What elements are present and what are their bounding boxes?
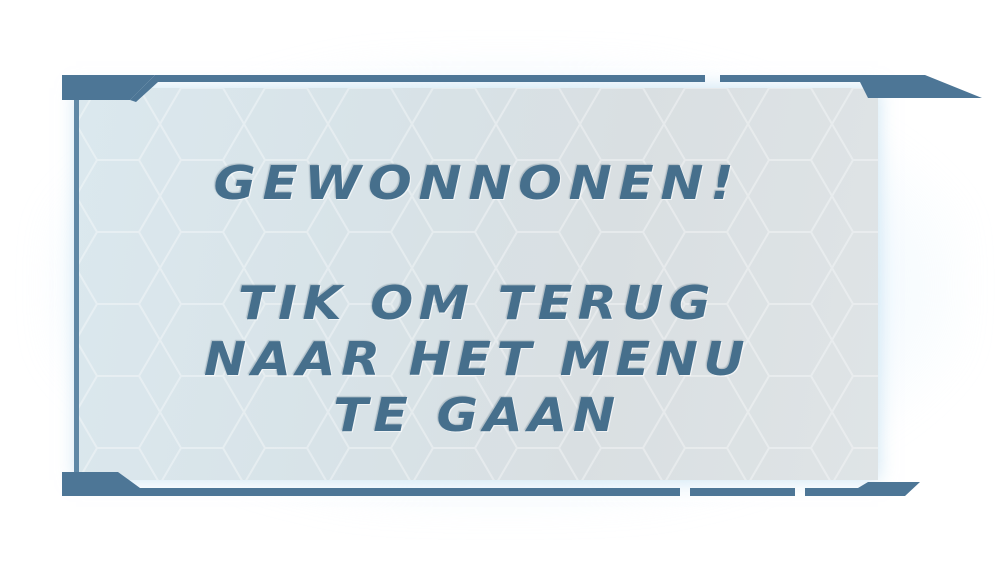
instruction-line-1: TIK OM TERUG [238,276,716,330]
game-screen[interactable]: GEWONNONEN! TIK OM TERUG NAAR HET MENU T… [0,0,1006,564]
instruction-line-3: TE GAAN [333,388,621,442]
victory-title: GEWONNONEN! [213,156,741,210]
instruction-line-2: NAAR HET MENU [203,332,751,386]
